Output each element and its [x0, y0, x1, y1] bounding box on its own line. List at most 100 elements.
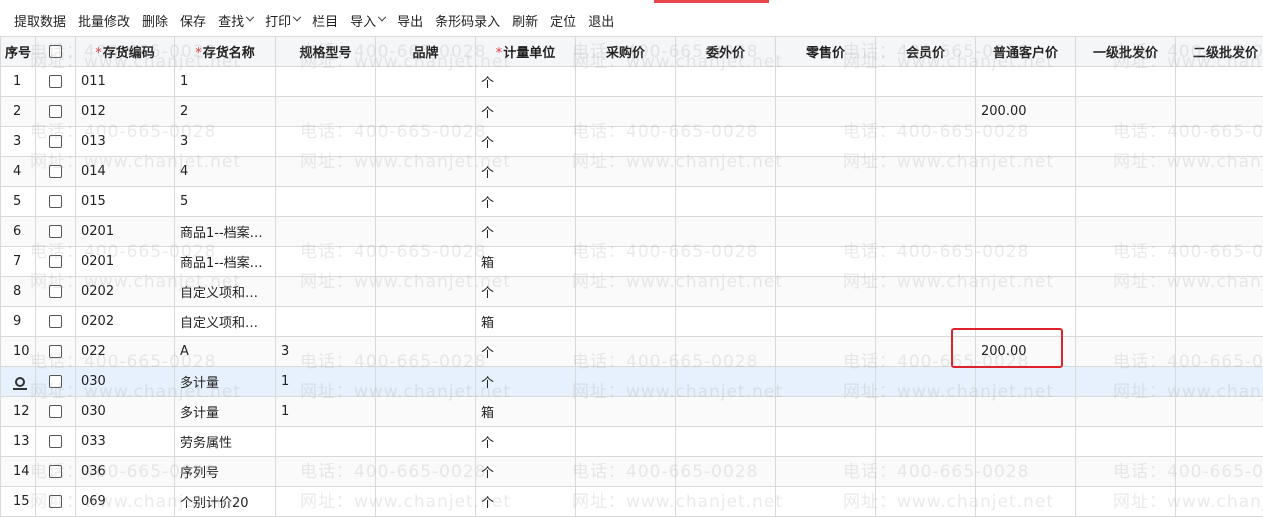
row-checkbox[interactable] — [49, 285, 62, 298]
row-checkbox-cell[interactable] — [35, 366, 76, 397]
cell-unit[interactable]: 个 — [475, 156, 576, 187]
cell-name[interactable]: 序列号 — [174, 456, 276, 487]
cell-unit[interactable]: 个 — [475, 96, 576, 127]
cell-empty[interactable] — [575, 486, 676, 517]
cell-spec[interactable] — [275, 246, 376, 277]
cell-empty[interactable] — [875, 216, 976, 247]
cell-name[interactable]: 5 — [174, 186, 276, 217]
cell-code[interactable]: 030 — [75, 366, 175, 397]
cell-empty[interactable] — [775, 426, 876, 457]
row-number-cell[interactable]: 3 — [0, 126, 36, 157]
cell-empty[interactable] — [1075, 456, 1176, 487]
table-row[interactable]: 14 036 序列号 个 — [0, 456, 1263, 487]
table-row[interactable]: 2 012 2 个 200.00 — [0, 96, 1263, 127]
select-all-checkbox[interactable] — [49, 45, 62, 58]
cell-spec[interactable]: 1 — [275, 366, 376, 397]
cell-empty[interactable] — [775, 486, 876, 517]
row-checkbox-cell[interactable] — [35, 126, 76, 157]
cell-empty[interactable] — [575, 66, 676, 97]
cell-empty[interactable] — [575, 186, 676, 217]
cell-empty[interactable] — [1175, 96, 1263, 127]
row-checkbox[interactable] — [49, 225, 62, 238]
cell-unit[interactable]: 个 — [475, 336, 576, 367]
row-checkbox[interactable] — [49, 435, 62, 448]
cell-name[interactable]: 商品1--档案… — [174, 216, 276, 247]
cell-spec[interactable] — [275, 126, 376, 157]
cell-unit[interactable]: 个 — [475, 366, 576, 397]
cell-normal_price[interactable] — [975, 366, 1076, 397]
cell-empty[interactable] — [575, 246, 676, 277]
row-number-cell[interactable]: 12 — [0, 396, 36, 427]
cell-empty[interactable] — [675, 336, 776, 367]
cell-empty[interactable] — [675, 396, 776, 427]
toolbar-button-12[interactable]: 退出 — [582, 8, 620, 32]
cell-name[interactable]: 自定义项和… — [174, 306, 276, 337]
cell-empty[interactable] — [675, 66, 776, 97]
row-checkbox-cell[interactable] — [35, 336, 76, 367]
cell-normal_price[interactable] — [975, 66, 1076, 97]
cell-empty[interactable] — [1175, 456, 1263, 487]
cell-name[interactable]: 多计量 — [174, 396, 276, 427]
cell-code[interactable]: 036 — [75, 456, 175, 487]
row-number-cell[interactable]: 2 — [0, 96, 36, 127]
row-number-cell[interactable]: 7 — [0, 246, 36, 277]
cell-empty[interactable] — [875, 456, 976, 487]
column-header-0[interactable]: 序号 — [0, 36, 36, 67]
cell-unit[interactable]: 个 — [475, 186, 576, 217]
toolbar-button-0[interactable]: 提取数据 — [14, 8, 72, 32]
cell-code[interactable]: 014 — [75, 156, 175, 187]
column-header-7[interactable]: 采购价 — [575, 36, 676, 67]
cell-empty[interactable] — [775, 306, 876, 337]
cell-brand[interactable] — [375, 456, 476, 487]
cell-empty[interactable] — [1175, 156, 1263, 187]
cell-spec[interactable]: 3 — [275, 336, 376, 367]
cell-spec[interactable] — [275, 456, 376, 487]
row-number-cell[interactable]: 13 — [0, 426, 36, 457]
table-row[interactable]: 6 0201 商品1--档案… 个 — [0, 216, 1263, 247]
cell-normal_price[interactable] — [975, 156, 1076, 187]
table-row[interactable]: 5 015 5 个 — [0, 186, 1263, 217]
cell-normal_price[interactable] — [975, 306, 1076, 337]
cell-code[interactable]: 015 — [75, 186, 175, 217]
cell-empty[interactable] — [575, 276, 676, 307]
row-checkbox-cell[interactable] — [35, 426, 76, 457]
cell-empty[interactable] — [575, 396, 676, 427]
cell-name[interactable]: 1 — [174, 66, 276, 97]
cell-empty[interactable] — [1075, 486, 1176, 517]
row-checkbox[interactable] — [49, 75, 62, 88]
cell-brand[interactable] — [375, 336, 476, 367]
toolbar-button-3[interactable]: 保存 — [174, 8, 212, 32]
cell-brand[interactable] — [375, 216, 476, 247]
cell-normal_price[interactable] — [975, 396, 1076, 427]
cell-brand[interactable] — [375, 276, 476, 307]
cell-code[interactable]: 069 — [75, 486, 175, 517]
cell-empty[interactable] — [675, 186, 776, 217]
cell-name[interactable]: 自定义项和… — [174, 276, 276, 307]
cell-empty[interactable] — [575, 306, 676, 337]
toolbar-button-8[interactable]: 导出 — [391, 8, 429, 32]
cell-unit[interactable]: 个 — [475, 216, 576, 247]
table-row[interactable]: 12 030 多计量 1 箱 — [0, 396, 1263, 427]
cell-name[interactable]: 3 — [174, 126, 276, 157]
cell-brand[interactable] — [375, 156, 476, 187]
cell-empty[interactable] — [875, 276, 976, 307]
column-header-9[interactable]: 零售价 — [775, 36, 876, 67]
column-header-6[interactable]: *计量单位 — [475, 36, 576, 67]
row-checkbox[interactable] — [49, 405, 62, 418]
cell-empty[interactable] — [875, 366, 976, 397]
cell-empty[interactable] — [875, 66, 976, 97]
cell-normal_price[interactable] — [975, 246, 1076, 277]
row-number-cell[interactable]: 14 — [0, 456, 36, 487]
cell-unit[interactable]: 箱 — [475, 246, 576, 277]
cell-normal_price[interactable]: 200.00 — [975, 336, 1076, 367]
cell-empty[interactable] — [875, 336, 976, 367]
table-row[interactable]: 030 多计量 1 个 — [0, 366, 1263, 397]
cell-empty[interactable] — [575, 126, 676, 157]
cell-normal_price[interactable] — [975, 456, 1076, 487]
cell-brand[interactable] — [375, 396, 476, 427]
column-header-10[interactable]: 会员价 — [875, 36, 976, 67]
cell-empty[interactable] — [575, 96, 676, 127]
cell-empty[interactable] — [1075, 66, 1176, 97]
cell-empty[interactable] — [1175, 396, 1263, 427]
cell-empty[interactable] — [875, 186, 976, 217]
